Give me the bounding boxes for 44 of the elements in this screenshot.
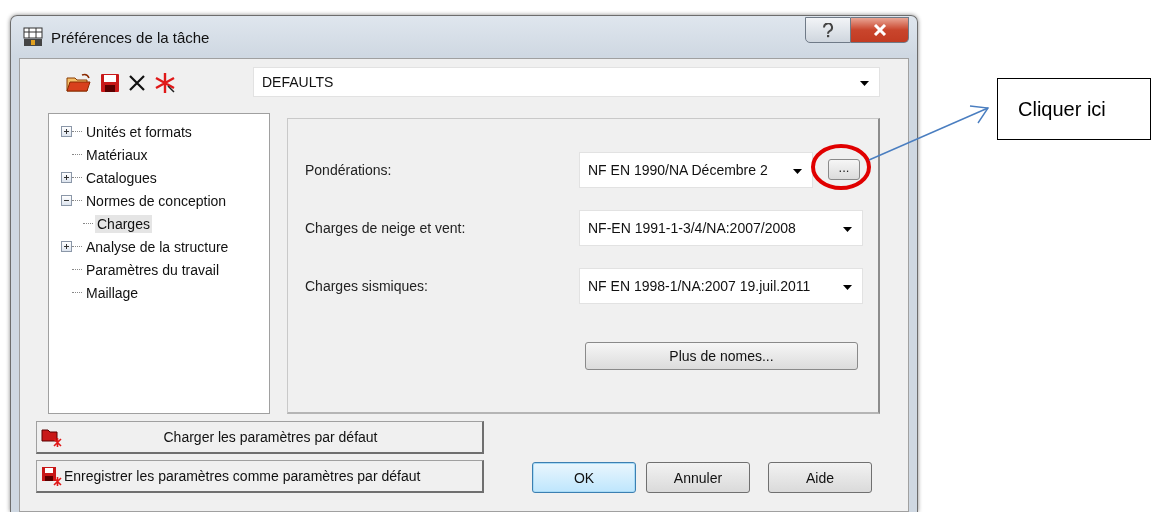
dropdown-arrow-icon[interactable] xyxy=(793,168,802,175)
tree-item[interactable]: Unités et formats xyxy=(84,122,194,141)
field-label: Charges de neige et vent: xyxy=(305,219,467,236)
profile-dropdown[interactable]: DEFAULTS xyxy=(253,67,880,97)
field-label: Pondérations: xyxy=(305,161,393,178)
tree-item[interactable]: Maillage xyxy=(84,283,141,302)
norm-dropdown[interactable]: NF EN 1990/NA Décembre 2 xyxy=(579,151,813,188)
dropdown-arrow-icon[interactable] xyxy=(860,81,869,87)
save-icon[interactable] xyxy=(100,73,120,93)
field-label: Charges sismiques: xyxy=(305,277,429,294)
more-names-button[interactable]: Plus de nomes... xyxy=(585,342,858,370)
browse-button[interactable]: ... xyxy=(828,159,860,180)
callout-label: Cliquer ici xyxy=(997,78,1151,140)
norm-dropdown[interactable]: NF EN 1998-1/NA:2007 19.juil.2011 xyxy=(579,267,863,304)
dropdown-arrow-icon[interactable] xyxy=(843,226,852,233)
delete-icon[interactable] xyxy=(128,74,146,92)
tree-item[interactable]: Analyse de la structure xyxy=(84,237,231,256)
norm-dropdown[interactable]: NF-EN 1991-1-3/4/NA:2007/2008 xyxy=(579,209,863,246)
expand-icon[interactable] xyxy=(61,126,72,137)
tree-item[interactable]: Catalogues xyxy=(84,168,159,187)
close-button[interactable] xyxy=(851,17,909,43)
collapse-icon[interactable] xyxy=(61,195,72,206)
save-icon xyxy=(41,466,63,486)
tree-item[interactable]: Paramètres du travail xyxy=(84,260,222,279)
star-icon[interactable] xyxy=(154,72,176,94)
help-icon xyxy=(822,22,834,38)
ok-button[interactable]: OK xyxy=(532,462,636,493)
help-button[interactable] xyxy=(805,17,851,43)
app-icon xyxy=(23,27,43,47)
folder-icon xyxy=(41,427,63,447)
expand-icon[interactable] xyxy=(61,241,72,252)
window-title: Préférences de la tâche xyxy=(51,28,211,46)
dropdown-arrow-icon[interactable] xyxy=(843,284,852,291)
tree-item[interactable]: Charges xyxy=(95,214,152,233)
tree-item[interactable]: Normes de conception xyxy=(84,191,229,210)
folder-icon[interactable] xyxy=(66,73,92,93)
save-defaults-button[interactable]: Enregistrer les paramètres comme paramètres par défaut xyxy=(36,460,484,493)
cancel-button[interactable]: Annuler xyxy=(646,462,750,493)
close-icon xyxy=(872,24,887,36)
help-button[interactable]: Aide xyxy=(768,462,872,493)
expand-icon[interactable] xyxy=(61,172,72,183)
highlight-circle xyxy=(811,144,871,190)
load-defaults-button[interactable]: Charger les paramètres par défaut xyxy=(36,421,484,454)
tree-item[interactable]: Matériaux xyxy=(84,145,150,164)
